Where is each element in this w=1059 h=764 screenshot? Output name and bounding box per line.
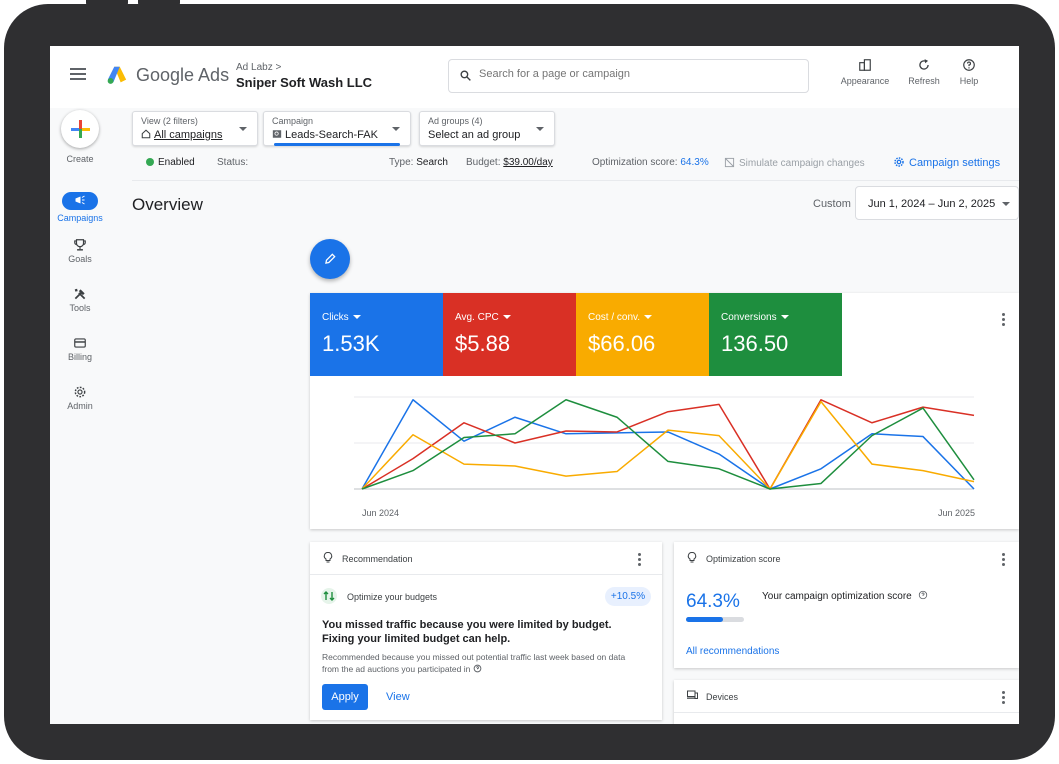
enabled-dot-icon: [146, 158, 154, 166]
card-header: Devices: [674, 680, 1019, 713]
search-campaign-icon: [272, 130, 282, 138]
search-icon: [460, 70, 471, 81]
tools-icon: [74, 288, 86, 300]
budget-arrows-icon: [321, 588, 337, 604]
ad-groups-filter[interactable]: Ad groups (4) Select an ad group: [419, 111, 555, 146]
chevron-down-icon: [1002, 202, 1010, 206]
lightbulb-icon: [323, 552, 333, 563]
view-filter[interactable]: View (2 filters) All campaigns: [132, 111, 258, 146]
create-button[interactable]: [61, 110, 99, 148]
budget-info: Budget: $39.00/day: [466, 157, 553, 168]
tablet-frame: Google Ads Ad Labz > Sniper Soft Wash LL…: [4, 4, 1055, 760]
search-box[interactable]: [448, 59, 809, 93]
optimization-progress-bar: [686, 617, 744, 622]
account-name: Sniper Soft Wash LLC: [236, 75, 373, 90]
create-label: Create: [66, 154, 94, 164]
metric-conversions[interactable]: Conversions 136.50: [709, 293, 842, 376]
optimization-info: Optimization score: 64.3%: [592, 157, 709, 168]
help-icon[interactable]: [473, 664, 482, 673]
metric-cost-per-conv[interactable]: Cost / conv. $66.06: [576, 293, 709, 376]
appearance-button[interactable]: Appearance: [837, 58, 893, 86]
enabled-status: Enabled: [146, 157, 195, 168]
rail-item-admin[interactable]: Admin: [50, 385, 110, 411]
top-bar: Google Ads Ad Labz > Sniper Soft Wash LL…: [50, 46, 1019, 108]
metric-clicks[interactable]: Clicks 1.53K: [310, 293, 443, 376]
gear-icon: [74, 386, 86, 398]
help-icon: [963, 59, 975, 71]
rail-item-billing[interactable]: Billing: [50, 336, 110, 362]
pencil-icon: [325, 253, 336, 264]
more-options-icon[interactable]: [638, 553, 642, 568]
chevron-down-icon: [392, 127, 400, 131]
active-underline: [274, 143, 400, 146]
simulate-changes-button[interactable]: Simulate campaign changes: [724, 157, 865, 169]
edit-button[interactable]: [310, 239, 350, 279]
more-options-icon[interactable]: [1002, 553, 1006, 568]
lightbulb-icon: [687, 552, 697, 563]
status-label: Status:: [217, 157, 249, 168]
help-button[interactable]: Help: [941, 58, 997, 86]
more-options-icon[interactable]: [1002, 313, 1006, 328]
rail-item-campaigns[interactable]: Campaigns: [50, 192, 110, 223]
google-ads-logo-icon: [107, 66, 127, 84]
simulate-icon: [724, 157, 735, 168]
menu-icon[interactable]: [70, 68, 86, 80]
search-input[interactable]: [479, 68, 779, 80]
more-options-icon[interactable]: [1002, 691, 1006, 706]
performance-line-chart: [354, 396, 975, 490]
screen: Google Ads Ad Labz > Sniper Soft Wash LL…: [50, 46, 1019, 724]
apply-button[interactable]: Apply: [322, 684, 368, 710]
divider: [132, 180, 1019, 181]
account-parent[interactable]: Ad Labz >: [236, 62, 281, 73]
devices-card: Devices: [674, 680, 1019, 724]
plus-icon: [71, 120, 90, 138]
series-line-3: [361, 399, 975, 490]
uplift-badge: +10.5%: [605, 587, 651, 606]
performance-chart-card: Clicks 1.53K Avg. CPC $5.88 Cost / conv.…: [310, 293, 1019, 529]
devices-icon: [687, 690, 698, 699]
help-icon[interactable]: [918, 590, 928, 600]
type-info: Type: Search: [389, 157, 448, 168]
metric-avg-cpc[interactable]: Avg. CPC $5.88: [443, 293, 576, 376]
page-title: Overview: [132, 195, 203, 214]
optimization-score-card: Optimization score 64.3% Your campaign o…: [674, 542, 1019, 668]
campaign-status-row: Enabled Status: Type: Search Budget: $39…: [132, 154, 1012, 172]
optimization-score-value: 64.3%: [686, 591, 740, 612]
series-line-2: [361, 400, 975, 490]
refresh-icon: [919, 59, 929, 70]
brand-name: Google Ads: [136, 65, 230, 85]
chevron-down-icon: [536, 127, 544, 131]
all-recommendations-link[interactable]: All recommendations: [686, 646, 779, 657]
recommendation-headline: You missed traffic because you were limi…: [322, 619, 612, 645]
card-header: Optimization score: [674, 542, 1019, 575]
date-custom-label: Custom: [813, 198, 851, 210]
billing-icon: [74, 338, 86, 348]
chevron-down-icon: [239, 127, 247, 131]
trophy-icon: [74, 239, 86, 251]
home-icon: [141, 129, 151, 139]
date-range-picker[interactable]: Jun 1, 2024 – Jun 2, 2025: [855, 186, 1019, 220]
gear-icon: [894, 157, 904, 167]
campaigns-icon: [75, 195, 85, 205]
x-tick-label: Jun 2024: [362, 508, 400, 518]
view-button[interactable]: View: [386, 691, 410, 703]
campaign-filter[interactable]: Campaign Leads-Search-FAK: [263, 111, 411, 146]
recommendation-body: Recommended because you missed out poten…: [322, 652, 626, 674]
recommendation-card: Recommendation Optimize your budgets +10…: [310, 542, 662, 720]
rail-item-tools[interactable]: Tools: [50, 287, 110, 313]
x-tick-label: Jun 2025: [938, 508, 976, 518]
campaign-settings-button[interactable]: Campaign settings: [893, 156, 1000, 169]
card-header: Recommendation: [310, 542, 662, 575]
rail-item-goals[interactable]: Goals: [50, 238, 110, 264]
optimization-description: Your campaign optimization score: [762, 590, 928, 602]
appearance-icon: [859, 59, 871, 71]
recommendation-item: Optimize your budgets: [347, 592, 438, 602]
